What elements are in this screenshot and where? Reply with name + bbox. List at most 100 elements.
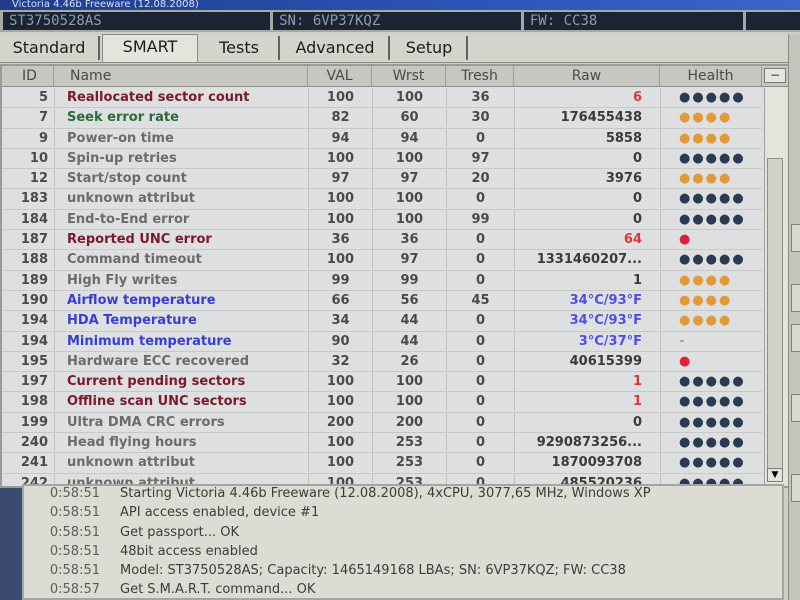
side-button[interactable] [791, 394, 800, 422]
cell-wrst: 97 [372, 169, 446, 189]
cell-tresh: 20 [446, 169, 514, 189]
cell-id: 241 [20, 455, 48, 471]
table-row[interactable]: 12 Start/stop count 97 97 20 3976 ●●●● [2, 169, 762, 190]
drive-serial: SN: 6VP37KQZ [273, 12, 521, 30]
table-row[interactable]: 194 HDA Temperature 34 44 0 34°C/93°F ●●●● [2, 311, 762, 332]
side-button[interactable] [791, 284, 800, 312]
table-row[interactable]: 189 High Fly writes 99 99 0 1 ●●●● [2, 270, 762, 291]
header-id[interactable]: ID [2, 66, 54, 86]
cell-val: 100 [308, 88, 372, 107]
cell-val: 200 [308, 412, 372, 432]
grid-scrollbar-thumb[interactable] [767, 158, 783, 478]
cell-wrst: 44 [372, 311, 446, 331]
log-message: Get S.M.A.R.T. command... OK [120, 582, 316, 598]
cell-id: 194 [20, 333, 48, 349]
cell-id: 199 [20, 414, 48, 430]
table-row[interactable]: 241 unknown attribut 100 253 0 1870093708 ●●●●… [2, 453, 762, 474]
cell-tresh: 45 [446, 290, 514, 310]
cell-wrst: 100 [372, 372, 446, 392]
cell-health: ●●●● [660, 290, 760, 310]
log-entry: 0:58:51 Get passport... OK [24, 525, 782, 544]
cell-health: ●●●●● [660, 372, 760, 392]
cell-val: 66 [308, 290, 372, 310]
tab-advanced[interactable]: Advanced [282, 36, 390, 60]
cell-name: unknown attribut [54, 189, 308, 209]
cell-health: ●●●●● [660, 189, 760, 209]
cell-val: 100 [308, 372, 372, 392]
header-tresh[interactable]: Tresh [446, 66, 514, 86]
cell-name: Seek error rate [54, 108, 308, 128]
side-button[interactable] [791, 474, 800, 502]
log-entry: 0:58:57 Get S.M.A.R.T. command... OK [24, 582, 782, 598]
cell-name: Spin-up retries [54, 148, 308, 168]
cell-val: 90 [308, 331, 372, 351]
tab-standard[interactable]: Standard [0, 36, 100, 60]
drive-firmware: FW: CC38 [523, 12, 743, 30]
table-row[interactable]: 7 Seek error rate 82 60 30 176455438 ●●●● [2, 108, 762, 129]
smart-rows: 5 Reallocated sector count 100 100 36 6 ●●●●● 7… [2, 88, 762, 486]
table-row[interactable]: 240 Head flying hours 100 253 0 9290873256...… [2, 433, 762, 454]
header-val[interactable]: VAL [308, 66, 372, 86]
grid-scrollbar[interactable]: ▼ [764, 88, 787, 484]
header-health[interactable]: Health [660, 66, 762, 86]
table-row[interactable]: 199 Ultra DMA CRC errors 200 200 0 0 ●●●●● [2, 412, 762, 434]
cell-name: Power-on time [54, 128, 308, 148]
cell-raw: 1870093708 [514, 453, 654, 473]
header-wrst[interactable]: Wrst [372, 66, 446, 86]
table-row[interactable]: 10 Spin-up retries 100 100 97 0 ●●●●● [2, 148, 762, 170]
cell-name: Current pending sectors [54, 372, 308, 392]
header-name[interactable]: Name [54, 66, 308, 86]
cell-wrst: 97 [372, 250, 446, 270]
log-message: 48bit access enabled [120, 543, 258, 559]
cell-tresh: 0 [446, 230, 514, 250]
table-row[interactable]: 195 Hardware ECC recovered 32 26 0 40615399 ● [2, 351, 762, 373]
event-log: 0:58:51 Starting Victoria 4.46b Freeware … [22, 484, 784, 600]
cell-name: Ultra DMA CRC errors [54, 412, 308, 432]
cell-health: ●●●●● [660, 433, 760, 453]
cell-health: ●●●●● [660, 453, 760, 473]
grid-menu-button[interactable]: − [764, 68, 786, 83]
cell-wrst: 36 [372, 230, 446, 250]
table-row[interactable]: 198 Offline scan UNC sectors 100 100 0 1 ●●●●● [2, 392, 762, 413]
scroll-down-icon[interactable]: ▼ [767, 468, 783, 482]
table-row[interactable]: 5 Reallocated sector count 100 100 36 6 ●●●●● [2, 88, 762, 109]
cell-val: 100 [308, 148, 372, 168]
drive-info-extra [745, 12, 800, 30]
cell-name: Reported UNC error [54, 230, 308, 250]
table-row[interactable]: 187 Reported UNC error 36 36 0 64 ● [2, 230, 762, 251]
log-entry: 0:58:51 48bit access enabled [24, 544, 782, 563]
cell-name: Airflow temperature [54, 290, 308, 310]
table-row[interactable]: 9 Power-on time 94 94 0 5858 ●●●● [2, 128, 762, 149]
cell-health: ●●●●● [660, 392, 760, 412]
title-bar: Victoria 4.46b Freeware (12.08.2008) [0, 0, 800, 10]
table-row[interactable]: 194 Minimum temperature 90 44 0 3°C/37°F - [2, 331, 762, 352]
cell-raw: 0 [514, 148, 654, 168]
table-row[interactable]: 197 Current pending sectors 100 100 0 1 ●●●●● [2, 372, 762, 393]
side-button[interactable] [791, 324, 800, 352]
cell-health: ●●●●● [660, 209, 760, 229]
cell-val: 100 [308, 392, 372, 412]
tab-smart[interactable]: SMART [102, 34, 198, 62]
log-time: 0:58:51 [49, 486, 100, 501]
table-row[interactable]: 188 Command timeout 100 97 0 1331460207... ●●●… [2, 250, 762, 271]
tab-bar: Standard SMART Tests Advanced Setup [0, 34, 800, 63]
header-raw[interactable]: Raw [514, 66, 660, 86]
cell-wrst: 253 [372, 453, 446, 473]
side-button[interactable] [791, 224, 800, 252]
cell-raw: 9290873256... [514, 433, 654, 453]
tab-setup[interactable]: Setup [392, 36, 468, 60]
cell-health: ●●●●● [660, 412, 760, 432]
table-row[interactable]: 183 unknown attribut 100 100 0 0 ●●●●● [2, 189, 762, 210]
tab-tests[interactable]: Tests [200, 36, 280, 60]
cell-tresh: 97 [446, 148, 514, 168]
cell-wrst: 200 [372, 412, 446, 432]
cell-id: 12 [29, 171, 48, 187]
table-row[interactable]: 184 End-to-End error 100 100 99 0 ●●●●● [2, 209, 762, 231]
cell-tresh: 0 [446, 250, 514, 270]
cell-health: ● [660, 230, 760, 250]
table-row[interactable]: 190 Airflow temperature 66 56 45 34°C/93°F ●●●… [2, 290, 762, 312]
cell-name: Start/stop count [54, 169, 308, 189]
log-message: API access enabled, device #1 [120, 505, 320, 521]
left-edge [0, 488, 22, 600]
cell-val: 100 [308, 453, 372, 473]
